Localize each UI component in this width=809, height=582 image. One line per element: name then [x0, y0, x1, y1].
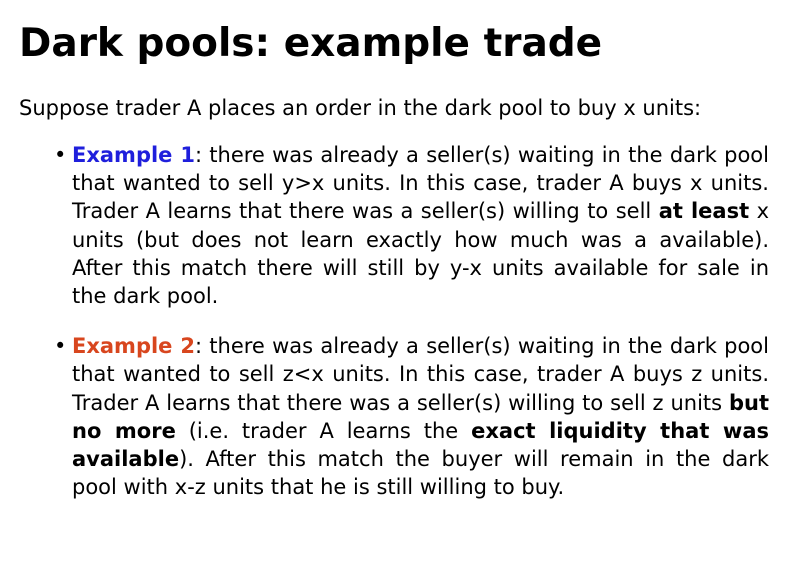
example-2-text-mid: (i.e. trader A learns the: [175, 418, 472, 443]
example-list: • Example 1: there was already a seller(s…: [0, 141, 809, 501]
example-1-item: • Example 1: there was already a seller(s…: [54, 141, 769, 310]
example-1-emphasis: at least: [658, 199, 750, 224]
example-1-label: Example 1: [72, 143, 195, 167]
example-2-item: • Example 2: there was already a seller(s…: [54, 332, 769, 501]
intro-text: Suppose trader A places an order in the …: [19, 96, 702, 120]
bullet-icon: •: [54, 334, 67, 359]
bullet-icon: •: [54, 143, 67, 167]
example-2-label: Example 2: [72, 334, 195, 359]
slide-title: Dark pools: example trade: [19, 21, 603, 66]
